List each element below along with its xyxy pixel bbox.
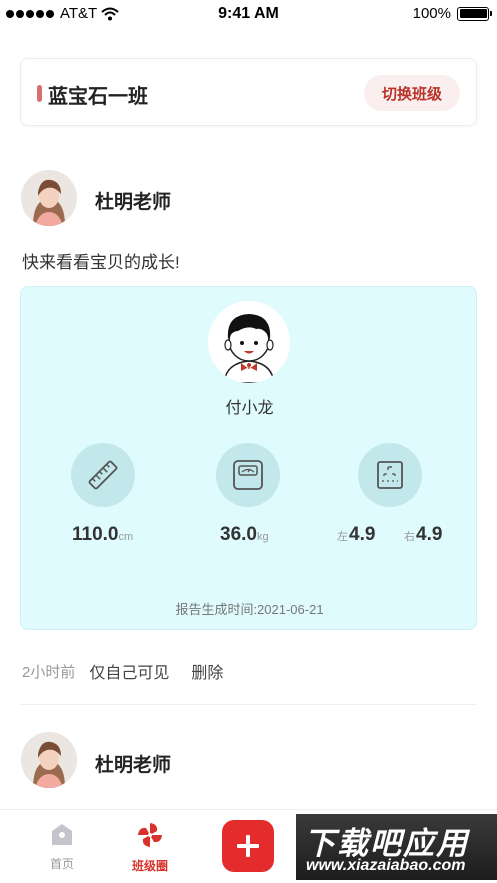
report-generated-time: 报告生成时间:2021-06-21 [175, 602, 324, 617]
status-bar: AT&T 9:41 AM 100% [0, 0, 497, 28]
child-avatar [208, 301, 290, 383]
visibility-button[interactable]: 仅自己可见 [89, 659, 169, 683]
battery-percent: 100% [412, 5, 451, 22]
post-meta: 2小时前 仅自己可见 删除 [22, 659, 223, 683]
class-accent-bar [37, 85, 42, 102]
scale-icon [216, 443, 280, 507]
pinwheel-icon [138, 823, 162, 847]
teacher-avatar[interactable] [21, 170, 77, 226]
teacher-avatar[interactable] [21, 732, 77, 788]
teacher-name[interactable]: 杜明老师 [95, 750, 171, 777]
post-divider [20, 704, 477, 705]
tab-home-label: 首页 [49, 857, 74, 871]
post-text: 快来看看宝贝的成长! [22, 253, 180, 272]
vision-right-value: 右4.9 [404, 524, 443, 545]
growth-report-card[interactable]: 付小龙 110.0cm 36.0kg 左4.9 右4.9 报告生成时间:2021… [20, 286, 477, 630]
switch-class-button[interactable]: 切换班级 [364, 75, 460, 111]
teacher-name[interactable]: 杜明老师 [95, 187, 171, 214]
watermark-url: www.xiazaiabao.com [306, 857, 466, 874]
tab-class-circle[interactable]: 班级圈 [110, 820, 190, 874]
height-value: 110.0cm [72, 524, 134, 545]
watermark: 下载吧应用 www.xiazaiabao.com [296, 814, 497, 880]
eye-chart-icon [358, 443, 422, 507]
battery-icon [457, 6, 492, 21]
tab-class-circle-label: 班级圈 [131, 859, 168, 873]
class-name: 蓝宝石一班 [48, 86, 148, 108]
post-time: 2小时前 [22, 663, 76, 681]
weight-value: 36.0kg [220, 524, 269, 545]
ruler-icon [71, 443, 135, 507]
home-icon [52, 824, 72, 845]
plus-icon [237, 835, 259, 857]
class-header-card: 蓝宝石一班 切换班级 [20, 58, 477, 126]
add-post-button[interactable] [222, 820, 274, 872]
delete-button[interactable]: 删除 [191, 659, 223, 683]
child-name: 付小龙 [225, 400, 274, 417]
vision-left-value: 左4.9 [337, 524, 376, 545]
tab-home[interactable]: 首页 [22, 820, 102, 872]
